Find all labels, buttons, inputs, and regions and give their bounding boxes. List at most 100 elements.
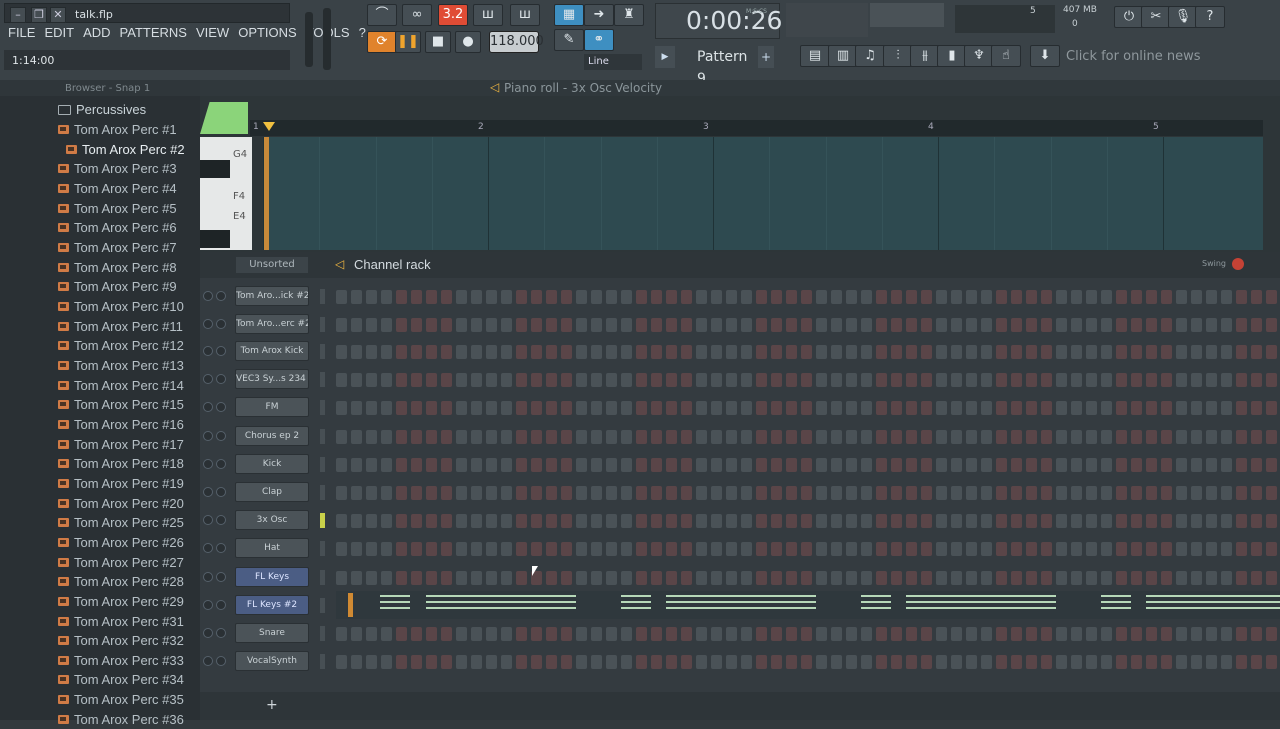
step-button[interactable]	[846, 655, 857, 669]
step-button[interactable]	[1146, 373, 1157, 387]
step-button[interactable]	[846, 290, 857, 304]
stop-icon[interactable]: ■	[425, 31, 451, 53]
step-button[interactable]	[1221, 571, 1232, 585]
step-button[interactable]	[1101, 345, 1112, 359]
step-button[interactable]	[936, 430, 947, 444]
browser-item[interactable]: Tom Arox Perc #19	[58, 474, 184, 493]
step-button[interactable]	[936, 373, 947, 387]
channel-volume-knob[interactable]	[216, 487, 226, 497]
step-button[interactable]	[471, 318, 482, 332]
step-button[interactable]	[726, 401, 737, 415]
step-button[interactable]	[441, 514, 452, 528]
record-icon[interactable]: ●	[455, 31, 481, 53]
step-button[interactable]	[1146, 430, 1157, 444]
browser-item[interactable]: Tom Arox Perc #35	[58, 690, 184, 709]
step-button[interactable]	[546, 401, 557, 415]
piano-roll-target[interactable]: Velocity	[615, 81, 662, 95]
step-button[interactable]	[1191, 345, 1202, 359]
step-button[interactable]	[1221, 627, 1232, 641]
step-button[interactable]	[396, 627, 407, 641]
step-button[interactable]	[606, 318, 617, 332]
step-button[interactable]	[1191, 542, 1202, 556]
step-button[interactable]	[366, 458, 377, 472]
step-button[interactable]	[381, 655, 392, 669]
channel-volume-knob[interactable]	[216, 431, 226, 441]
browser-item[interactable]: Tom Arox Perc #12	[58, 336, 184, 355]
step-button[interactable]	[546, 430, 557, 444]
step-button[interactable]	[1026, 486, 1037, 500]
step-button[interactable]	[516, 373, 527, 387]
step-button[interactable]	[516, 345, 527, 359]
menu-file[interactable]: FILE	[8, 25, 35, 43]
menu-options[interactable]: OPTIONS	[238, 25, 297, 43]
step-button[interactable]	[1011, 458, 1022, 472]
step-button[interactable]	[1131, 430, 1142, 444]
step-button[interactable]	[1026, 373, 1037, 387]
step-button[interactable]	[1236, 373, 1247, 387]
step-button[interactable]	[981, 542, 992, 556]
step-button[interactable]	[1161, 514, 1172, 528]
step-button[interactable]	[426, 290, 437, 304]
step-button[interactable]	[741, 542, 752, 556]
step-button[interactable]	[801, 486, 812, 500]
step-button[interactable]	[471, 571, 482, 585]
step-button[interactable]	[966, 318, 977, 332]
channel-select-led[interactable]	[320, 457, 325, 472]
step-button[interactable]	[1266, 542, 1277, 556]
step-button[interactable]	[1086, 345, 1097, 359]
step-button[interactable]	[876, 458, 887, 472]
step-button[interactable]	[711, 373, 722, 387]
channel-name-button[interactable]: FM	[235, 397, 309, 417]
step-button[interactable]	[1176, 655, 1187, 669]
step-button[interactable]	[756, 290, 767, 304]
step-button[interactable]	[501, 627, 512, 641]
channel-name-button[interactable]: VocalSynth	[235, 651, 309, 671]
step-button[interactable]	[696, 345, 707, 359]
step-button[interactable]	[351, 458, 362, 472]
step-button[interactable]	[1146, 345, 1157, 359]
step-button[interactable]	[1266, 345, 1277, 359]
step-button[interactable]	[471, 514, 482, 528]
step-button[interactable]	[1266, 627, 1277, 641]
step-button[interactable]	[726, 290, 737, 304]
step-button[interactable]	[591, 486, 602, 500]
step-button[interactable]	[1041, 655, 1052, 669]
step-button[interactable]	[741, 458, 752, 472]
mixer-icon[interactable]: ♜	[614, 4, 644, 26]
step-button[interactable]	[696, 458, 707, 472]
step-button[interactable]	[561, 571, 572, 585]
step-button[interactable]	[1206, 458, 1217, 472]
channel-name-button[interactable]: 3x Osc	[235, 510, 309, 530]
step-button[interactable]	[1221, 345, 1232, 359]
step-button[interactable]	[816, 542, 827, 556]
step-button[interactable]	[651, 627, 662, 641]
step-button[interactable]	[1131, 655, 1142, 669]
step-button[interactable]	[396, 486, 407, 500]
channel-pan-knob[interactable]	[203, 431, 213, 441]
step-button[interactable]	[501, 514, 512, 528]
minimize-icon[interactable]: –	[10, 7, 26, 23]
playlist-icon[interactable]: ▤	[800, 45, 830, 67]
step-button[interactable]	[1176, 318, 1187, 332]
step-button[interactable]	[846, 514, 857, 528]
step-button[interactable]	[921, 401, 932, 415]
step-button[interactable]	[396, 373, 407, 387]
step-button[interactable]	[906, 571, 917, 585]
step-button[interactable]	[621, 627, 632, 641]
step-button[interactable]	[1071, 318, 1082, 332]
step-button[interactable]	[1026, 458, 1037, 472]
step-button[interactable]	[621, 655, 632, 669]
step-button[interactable]	[771, 458, 782, 472]
piano-keyboard[interactable]: G4 F4 E4	[200, 137, 252, 250]
step-button[interactable]	[1176, 486, 1187, 500]
step-button[interactable]	[381, 514, 392, 528]
step-button[interactable]	[651, 430, 662, 444]
step-button[interactable]	[381, 458, 392, 472]
step-button[interactable]	[726, 458, 737, 472]
step-button[interactable]	[411, 373, 422, 387]
step-button[interactable]	[1251, 627, 1262, 641]
browser-item[interactable]: Tom Arox Perc #16	[58, 415, 184, 434]
step-button[interactable]	[411, 486, 422, 500]
step-button[interactable]	[1056, 542, 1067, 556]
step-button[interactable]	[366, 318, 377, 332]
